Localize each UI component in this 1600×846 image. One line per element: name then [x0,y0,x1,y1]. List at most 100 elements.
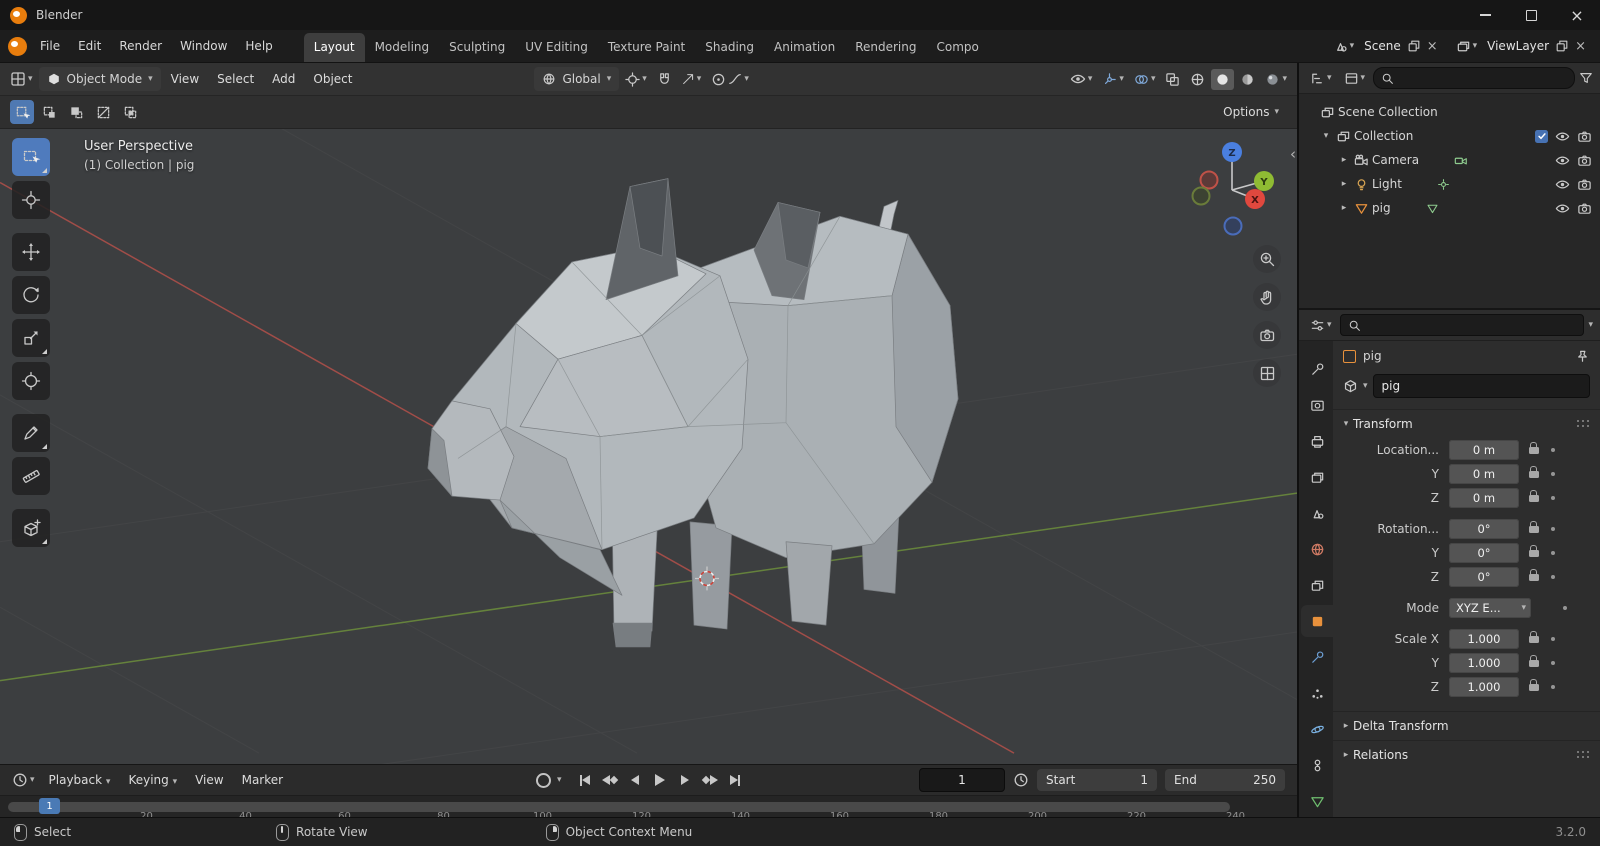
properties-editor-type-button[interactable]: ▾ [1306,315,1336,336]
start-frame-field[interactable]: Start 1 [1037,769,1157,791]
proportional-edit-button[interactable]: ▾ [707,69,753,90]
maximize-button[interactable] [1508,0,1554,30]
drag-dots-icon[interactable] [1577,420,1590,428]
viewport-canvas[interactable]: User Perspective (1) Collection | pig [0,129,1297,764]
outliner-search-input[interactable] [1373,67,1575,89]
navigation-gizmo[interactable]: Z Y X [1169,137,1289,257]
transform-orientation-dropdown[interactable]: Global ▾ [534,67,619,91]
outliner-row-collection[interactable]: ▾ Collection [1299,124,1600,148]
location-x-field[interactable]: 0 m [1449,440,1519,460]
editor-type-button[interactable]: ▾ [6,68,37,90]
workspace-tab-modeling[interactable]: Modeling [365,33,440,62]
drag-dots-icon[interactable] [1577,751,1590,759]
play-reverse-button[interactable] [624,769,647,791]
jump-to-start-button[interactable] [574,769,597,791]
location-z-field[interactable]: 0 m [1449,488,1519,508]
viewport-menu-add[interactable]: Add [264,67,303,91]
outliner-row-camera[interactable]: ▸ Camera [1299,148,1600,172]
tab-collection[interactable] [1301,569,1333,601]
lock-icon[interactable] [1529,550,1539,557]
scene-browse-button[interactable]: ▾ [1329,36,1359,57]
lock-icon[interactable] [1529,684,1539,691]
scale-x-field[interactable]: 1.000 [1449,629,1519,649]
filter-chevron-icon[interactable]: ▾ [1588,321,1593,330]
tab-object[interactable] [1301,605,1333,637]
animate-dot[interactable] [1551,527,1555,531]
mesh-data-icon[interactable] [1426,202,1439,215]
workspace-tab-shading[interactable]: Shading [695,33,764,62]
select-mode-subtract-button[interactable] [64,100,88,124]
delta-transform-panel-header[interactable]: ▸ Delta Transform [1333,711,1600,740]
menu-edit[interactable]: Edit [69,34,110,58]
tab-modifiers[interactable] [1301,641,1333,673]
snap-toggle-button[interactable] [653,69,676,90]
menu-render[interactable]: Render [110,34,171,58]
relations-panel-header[interactable]: ▸ Relations [1333,740,1600,769]
tool-cursor[interactable] [12,181,50,219]
timeline-ruler[interactable]: 20 40 60 80 100 120 140 160 180 200 220 … [0,795,1297,817]
animate-dot[interactable] [1551,575,1555,579]
rotation-z-field[interactable]: 0° [1449,567,1519,587]
hide-eye-icon[interactable] [1555,177,1570,192]
select-mode-extend-button[interactable] [37,100,61,124]
workspace-tab-rendering[interactable]: Rendering [845,33,926,62]
panel-collapse-arrow[interactable]: ‹ [1290,145,1296,163]
viewport-menu-object[interactable]: Object [305,67,360,91]
render-visibility-icon[interactable] [1577,153,1592,168]
animate-dot[interactable] [1551,496,1555,500]
show-overlays-button[interactable]: ▾ [1130,69,1160,90]
tab-world[interactable] [1301,533,1333,565]
menu-file[interactable]: File [31,34,69,58]
workspace-tab-layout[interactable]: Layout [304,33,365,62]
tool-scale[interactable] [12,319,50,357]
outliner-editor-type-button[interactable]: ▾ [1306,68,1336,89]
properties-search-input[interactable] [1340,314,1585,336]
workspace-tab-texture-paint[interactable]: Texture Paint [598,33,695,62]
select-mode-invert-button[interactable] [91,100,115,124]
tool-rotate[interactable] [12,276,50,314]
prev-keyframe-button[interactable] [599,769,622,791]
select-mode-new-button[interactable] [10,100,34,124]
animate-dot[interactable] [1563,606,1567,610]
end-frame-field[interactable]: End 250 [1165,769,1285,791]
transform-panel-header[interactable]: ▾ Transform [1333,409,1600,438]
workspace-tab-animation[interactable]: Animation [764,33,845,62]
animate-dot[interactable] [1551,472,1555,476]
timeline-menu-playback[interactable]: Playback ▾ [41,768,119,792]
animate-dot[interactable] [1551,551,1555,555]
tab-render[interactable] [1301,389,1333,421]
next-keyframe-button[interactable] [699,769,722,791]
view-layer-name[interactable]: ViewLayer [1485,39,1551,53]
current-frame-field[interactable]: 1 [919,768,1005,792]
light-data-icon[interactable] [1437,178,1450,191]
render-visibility-icon[interactable] [1577,177,1592,192]
animate-dot[interactable] [1551,685,1555,689]
show-gizmo-button[interactable]: ▾ [1098,69,1128,90]
lock-icon[interactable] [1529,574,1539,581]
blender-menu-icon[interactable] [8,37,27,56]
tool-select-box[interactable] [12,138,50,176]
workspace-tab-uv-editing[interactable]: UV Editing [515,33,598,62]
viewport-menu-select[interactable]: Select [209,67,262,91]
close-button[interactable]: × [1554,0,1600,30]
tab-particles[interactable] [1301,677,1333,709]
timeline-editor-type-button[interactable]: ▾ [8,769,39,791]
tool-move[interactable] [12,233,50,271]
expand-icon[interactable]: ▸ [1337,179,1351,189]
collection-checkbox[interactable] [1535,130,1548,143]
new-scene-icon[interactable] [1407,39,1421,53]
expand-icon[interactable]: ▸ [1337,203,1351,213]
render-visibility-icon[interactable] [1577,201,1592,216]
viewport-menu-view[interactable]: View [163,67,207,91]
lock-icon[interactable] [1529,495,1539,502]
tool-measure[interactable] [12,457,50,495]
outliner-row-light[interactable]: ▸ Light [1299,172,1600,196]
lock-icon[interactable] [1529,526,1539,533]
camera-view-button[interactable] [1253,321,1281,349]
rotation-y-field[interactable]: 0° [1449,543,1519,563]
outliner-row-scene-collection[interactable]: Scene Collection [1299,100,1600,124]
tab-tool[interactable] [1301,353,1333,385]
lock-icon[interactable] [1529,660,1539,667]
mode-dropdown[interactable]: Object Mode ▾ [39,67,161,91]
tab-constraints[interactable] [1301,749,1333,781]
